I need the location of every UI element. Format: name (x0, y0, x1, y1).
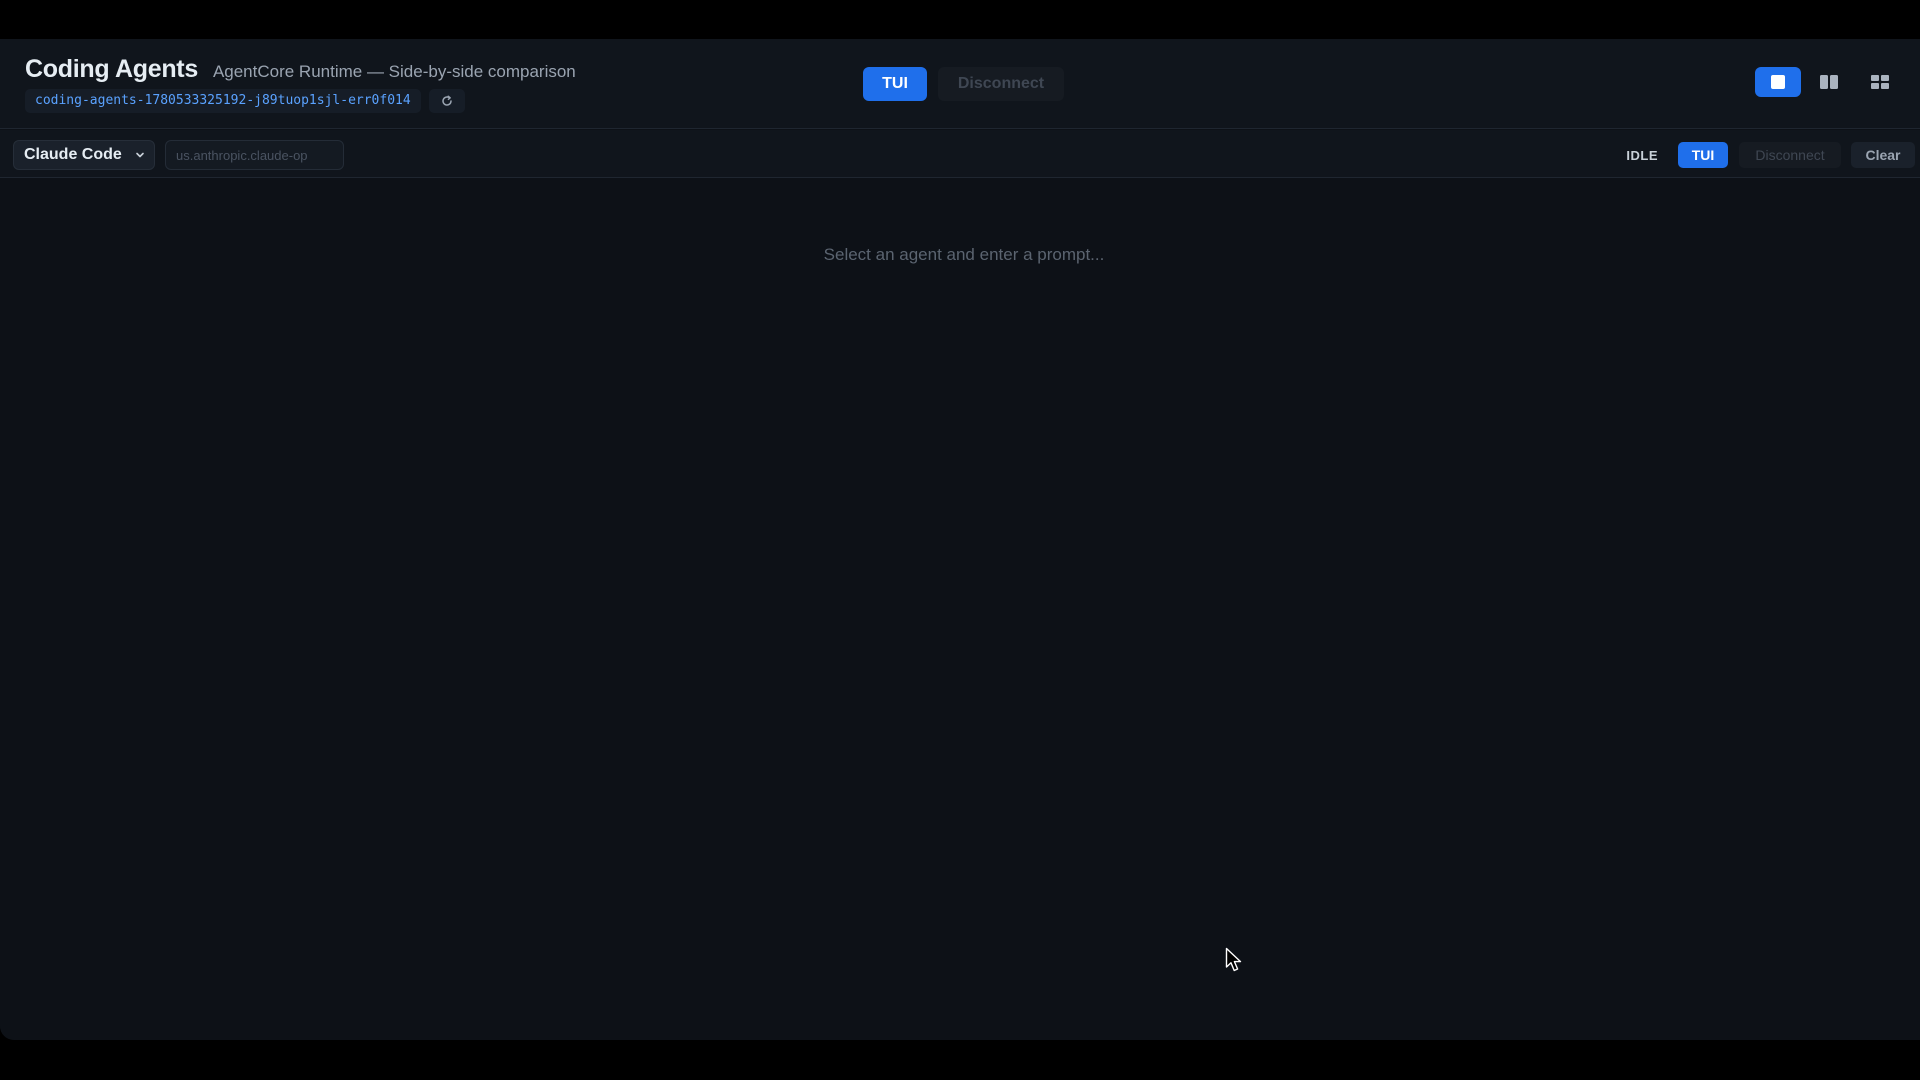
screen-letterbox-top (0, 0, 1920, 39)
chevron-down-icon (136, 152, 144, 158)
clear-button[interactable]: Clear (1851, 142, 1915, 168)
app-window: Coding Agents AgentCore Runtime — Side-b… (0, 39, 1920, 1040)
agent-output-area[interactable]: Select an agent and enter a prompt... (0, 179, 1920, 1040)
layout-single-button[interactable] (1755, 67, 1801, 97)
empty-state-message: Select an agent and enter a prompt... (823, 245, 1105, 264)
status-badge: IDLE (1626, 147, 1658, 163)
global-connection-controls: TUI Disconnect (863, 67, 1064, 101)
app-title: Coding Agents (25, 55, 198, 83)
grid-icon (1871, 75, 1889, 89)
layout-toggle-group (1750, 67, 1903, 97)
app-header: Coding Agents AgentCore Runtime — Side-b… (0, 39, 1920, 129)
title-row: Coding Agents AgentCore Runtime — Side-b… (25, 55, 576, 84)
panel-tui-button[interactable]: TUI (1678, 142, 1728, 168)
agent-select[interactable]: Claude Code (13, 140, 155, 170)
single-pane-icon (1771, 75, 1785, 89)
panel-disconnect-button[interactable]: Disconnect (1739, 142, 1841, 168)
layout-two-column-button[interactable] (1806, 67, 1852, 97)
refresh-icon (441, 95, 452, 106)
app-subtitle: AgentCore Runtime — Side-by-side compari… (212, 62, 576, 81)
refresh-session-button[interactable] (428, 89, 465, 113)
layout-grid-button[interactable] (1857, 67, 1903, 97)
session-id[interactable]: coding-agents-1780533325192-j89tuop1sjl-… (25, 89, 421, 113)
agent-panel-toolbar: Claude Code IDLE TUI Disconnect Clear (0, 130, 1920, 178)
two-column-icon (1820, 75, 1838, 89)
disconnect-button[interactable]: Disconnect (938, 67, 1064, 101)
agent-select-value: Claude Code (24, 146, 122, 163)
tui-button[interactable]: TUI (863, 67, 927, 101)
session-row: coding-agents-1780533325192-j89tuop1sjl-… (25, 89, 465, 113)
panel-controls: IDLE TUI Disconnect Clear (1626, 142, 1915, 168)
model-input[interactable] (165, 140, 344, 170)
screen-letterbox-bottom (0, 1040, 1920, 1080)
